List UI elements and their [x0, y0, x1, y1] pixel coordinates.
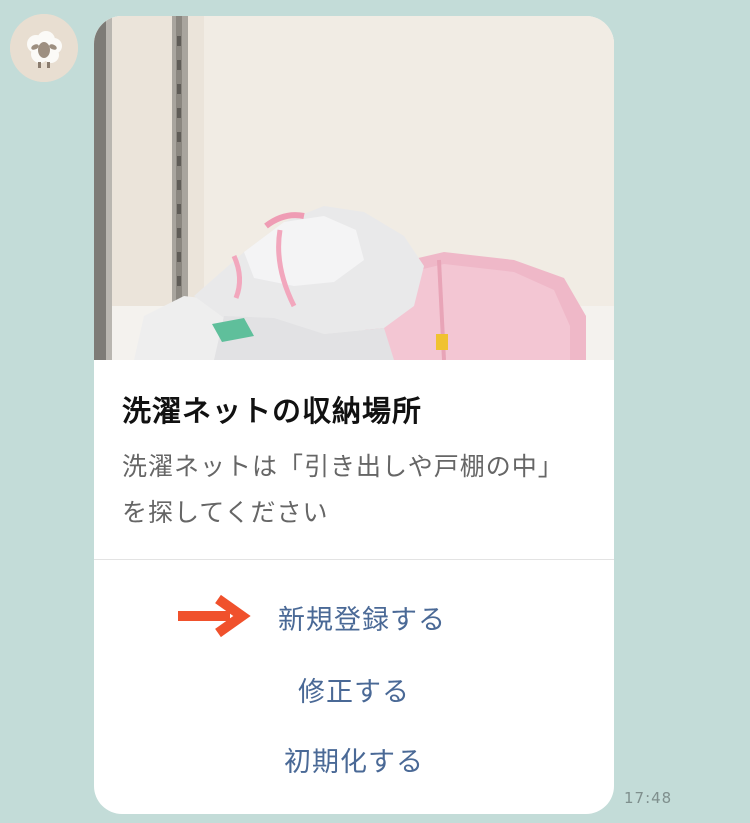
message-timestamp: 17:48 [624, 789, 673, 807]
sheep-avatar-icon[interactable] [10, 14, 78, 82]
register-button[interactable]: 新規登録する [102, 598, 614, 637]
card-divider [94, 559, 614, 560]
reset-button[interactable]: 初期化する [94, 740, 614, 779]
edit-button[interactable]: 修正する [94, 670, 614, 709]
card-description: 洗濯ネットは「引き出しや戸棚の中」を探してください [122, 452, 552, 527]
laundry-nets-photo [94, 16, 614, 360]
message-card: 洗濯ネットの収納場所 洗濯ネットは「引き出しや戸棚の中」を探してください 新規登… [94, 16, 614, 814]
card-title: 洗濯ネットの収納場所 [122, 394, 423, 428]
